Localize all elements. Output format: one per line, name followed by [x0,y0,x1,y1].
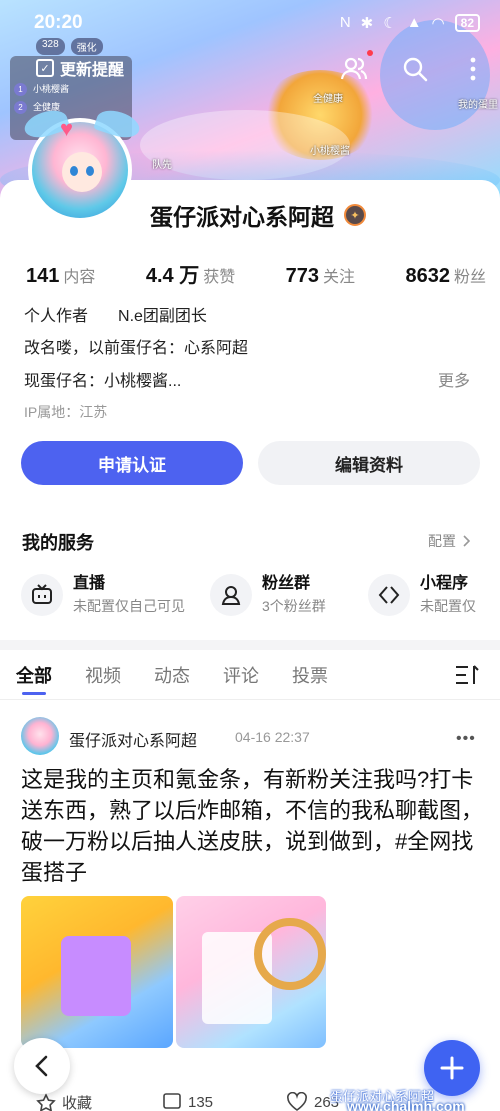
search-button[interactable] [398,52,432,86]
moon-icon: ☾ [383,15,397,32]
upgrade-label: 强化 [70,38,103,55]
level-badge-icon[interactable]: ✦ [344,204,366,226]
status-icons: N ✱ ☾ ▲ ◠ 82 [340,14,480,32]
search-icon [403,57,428,82]
stat-content[interactable]: 141 内容 [26,263,95,288]
game-label-my-egg: 我的蛋里 [458,100,498,111]
post-image[interactable] [21,896,173,1048]
services-config-link[interactable]: 配置 [428,531,470,551]
ip-location: IP属地：江苏 [24,404,108,420]
edit-profile-button[interactable]: 编辑资料 [258,441,480,485]
post-author-avatar[interactable] [21,717,59,755]
post-author-name[interactable]: 蛋仔派对心系阿超 [69,727,197,751]
active-tab-indicator [22,692,46,695]
back-button[interactable] [14,1038,70,1094]
tab-comments[interactable]: 评论 [223,662,259,688]
service-mini-program[interactable]: 小程序 未配置仅 [368,573,476,617]
profile-name-row: 蛋仔派对心系阿超 ✦ [150,198,366,232]
status-time: 20:20 [34,12,83,33]
profile-name: 蛋仔派对心系阿超 [150,204,334,230]
heart-outline-icon [287,1092,307,1111]
group-icon [210,574,252,616]
tab-all[interactable]: 全部 [16,662,52,688]
nfc-icon: N [339,14,351,31]
update-reminder-label: 更新提醒 [60,62,125,79]
battery-icon: 82 [454,14,480,32]
more-icon [470,57,476,81]
service-fan-group[interactable]: 粉丝群 3个粉丝群 [210,573,326,617]
services-title: 我的服务 [22,533,94,553]
watermark-url: www.chalmh.com [347,1098,465,1111]
friends-icon [340,57,368,80]
favorite-button[interactable]: 收藏 [36,1092,92,1111]
stat-likes[interactable]: 4.4 万 获赞 [146,259,235,288]
comment-icon [163,1093,181,1109]
heart-icon: ♥ [60,116,74,141]
reminder-icon: ✓ [36,59,54,77]
tab-dynamic[interactable]: 动态 [154,662,190,688]
bio-line: 现蛋仔名：小桃樱酱... [24,373,182,390]
content-tabs: 全部 视频 动态 评论 投票 [0,650,500,700]
bio-line: 改名喽，以前蛋仔名：心系阿超 [24,340,249,357]
post-more-icon[interactable]: ••• [456,730,476,748]
section-divider [0,640,500,650]
bluetooth-icon: ✱ [360,15,374,32]
miniprogram-icon [368,574,410,616]
chevron-left-icon [35,1055,48,1077]
update-reminder[interactable]: ✓ 更新提醒 [36,56,124,80]
tv-icon [21,574,63,616]
bio-line: 个人作者 N.e团副团长 [24,308,207,325]
tab-video[interactable]: 视频 [85,662,121,688]
star-icon [36,1092,56,1111]
list-item: 1 小桃樱酱 [14,80,69,98]
signal-icon: ▲ [406,14,422,31]
stat-followers[interactable]: 8632 粉丝 [405,263,486,288]
profile-stats: 141 内容 4.4 万 获赞 773 关注 8632 粉丝 [26,259,486,288]
friends-button[interactable] [337,52,371,86]
chevron-right-icon [463,535,470,547]
stat-following[interactable]: 773 关注 [286,263,355,288]
plus-icon [440,1056,464,1080]
wifi-icon: ◠ [431,15,445,32]
filter-icon[interactable] [454,664,480,686]
comment-button[interactable]: 135 [162,1092,213,1111]
apply-verification-button[interactable]: 申请认证 [21,441,243,485]
notification-dot [367,50,373,56]
tab-votes[interactable]: 投票 [292,662,328,688]
game-label-player: 小桃樱酱 [310,146,350,157]
post-image[interactable] [176,896,326,1048]
coins-count: 328 [36,38,65,55]
more-menu-button[interactable] [456,52,490,86]
status-bar: 20:20 N ✱ ☾ ▲ ◠ 82 [0,6,500,38]
service-live[interactable]: 直播 未配置仅自己可见 [21,573,185,617]
post-text[interactable]: 这是我的主页和氪金条，有新粉关注我吗?打卡送东西，熟了以后炸邮箱，不信的我私聊截… [21,764,483,888]
bio-more-link[interactable]: 更多 [438,367,470,391]
post-timestamp: 04-16 22:37 [235,729,310,745]
game-label-healthy: 全健康 [313,94,343,105]
game-hud: 328 强化 [36,38,103,55]
game-label-team: 队先 [152,160,172,171]
